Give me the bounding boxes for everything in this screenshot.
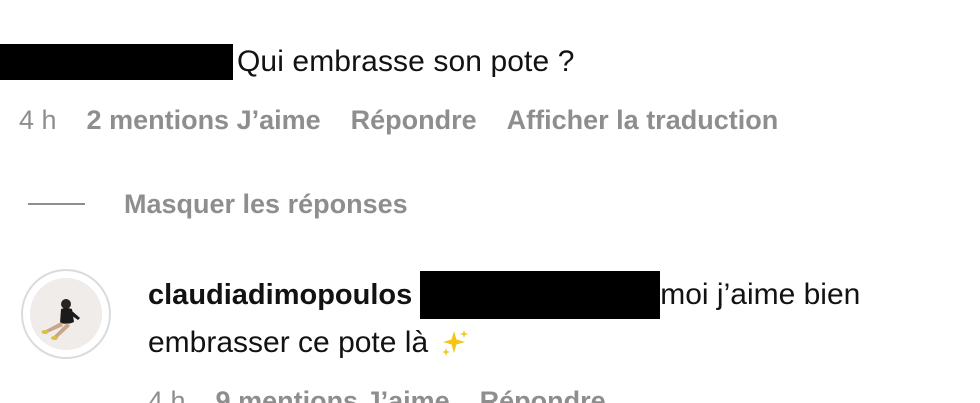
comment-reply-button[interactable]: Répondre [351, 105, 477, 136]
comment-likes-link[interactable]: 2 mentions J’aime [87, 105, 321, 136]
translate-button[interactable]: Afficher la traduction [507, 105, 779, 136]
avatar-photo-icon [30, 278, 102, 350]
reply-timestamp: 4 h [148, 385, 186, 403]
comment-thread: Qui embrasse son pote ? 4 h 2 mentions J… [0, 0, 980, 403]
reply-text-line2: embrasser ce pote là [148, 326, 429, 359]
avatar[interactable] [21, 269, 111, 359]
comment-text: Qui embrasse son pote ? [237, 45, 575, 78]
avatar-image [30, 278, 102, 350]
reply-line-2: embrasser ce pote là [148, 320, 470, 366]
reply-meta: 4 h 9 mentions J’aime Répondre [148, 381, 636, 403]
sparkles-icon [442, 330, 469, 356]
reply-text-line1: moi j’aime bien [660, 278, 861, 311]
reply-username[interactable]: claudiadimopoulos [148, 279, 412, 312]
hide-replies-label: Masquer les réponses [124, 188, 408, 219]
divider-line [28, 203, 85, 205]
comment-body: Qui embrasse son pote ? [0, 38, 575, 86]
redacted-username [0, 44, 233, 80]
redacted-mention [420, 271, 661, 319]
comment-meta: 4 h 2 mentions J’aime Répondre Afficher … [19, 100, 808, 140]
reply-reply-button[interactable]: Répondre [480, 386, 606, 403]
reply-likes-link[interactable]: 9 mentions J’aime [216, 386, 450, 403]
hide-replies-button[interactable]: Masquer les réponses [28, 182, 408, 226]
comment-timestamp: 4 h [19, 104, 57, 135]
reply-line-1: claudiadimopoulos moi j’aime bien [148, 270, 860, 320]
